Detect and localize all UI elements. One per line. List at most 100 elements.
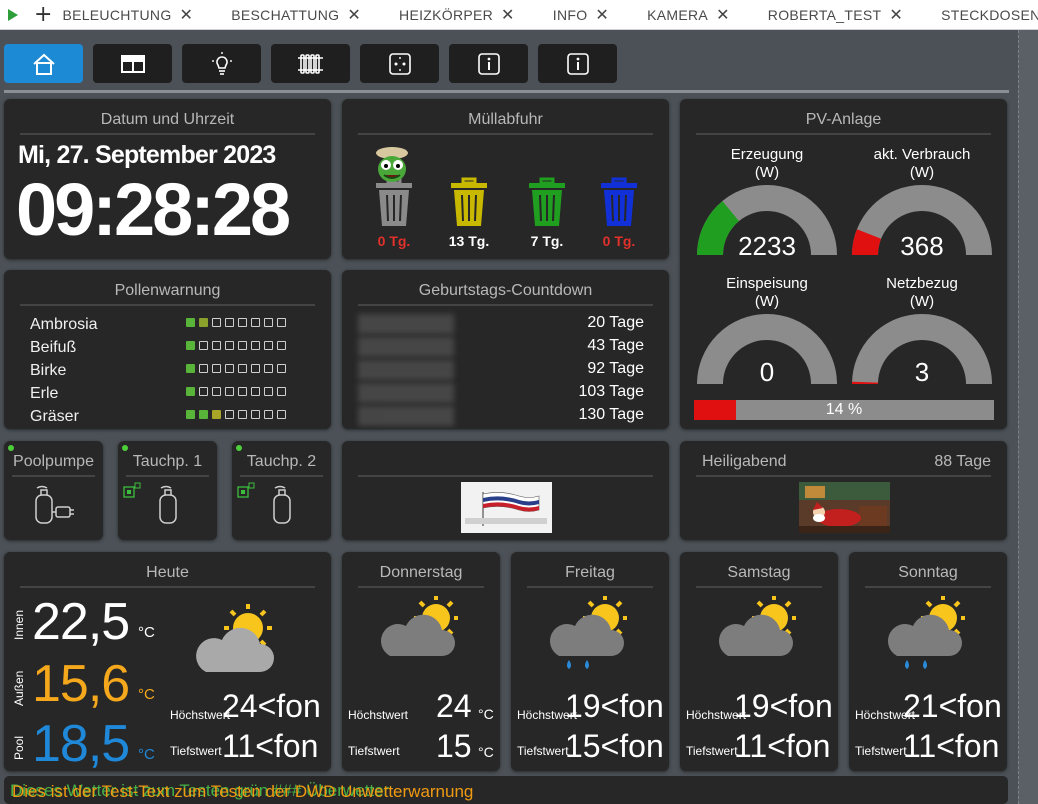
- tab-label: INFO: [552, 6, 588, 23]
- pollen-level-dot: [264, 387, 273, 396]
- socket-status-icon: [237, 482, 255, 498]
- play-icon[interactable]: [8, 8, 18, 21]
- pollen-level-dot: [277, 410, 286, 419]
- forecast-title: Donnerstag: [379, 564, 463, 581]
- gauge-title-line: akt. Verbrauch: [873, 146, 971, 163]
- partly-cloudy-icon: [196, 604, 274, 672]
- high-value: 21<fon: [903, 688, 1002, 724]
- pollen-level-dot: [186, 410, 195, 419]
- blurred-name: [358, 360, 454, 380]
- tab-label: ROBERTA_TEST: [767, 6, 882, 23]
- christmas-card: Heiligabend 88 Tage: [680, 441, 1007, 540]
- birthday-row: 43 Tage: [358, 335, 644, 357]
- nav-button-radiators[interactable]: [271, 44, 350, 83]
- tab-heizkörper[interactable]: HEIZKÖRPER ✕: [399, 5, 515, 24]
- gauge-grid-value: 3: [914, 357, 930, 387]
- nav-button-sockets[interactable]: [360, 44, 439, 83]
- close-tab-icon[interactable]: ✕: [347, 5, 361, 24]
- datetime-title: Datum und Uhrzeit: [100, 111, 235, 128]
- pv-title: PV-Anlage: [805, 111, 882, 128]
- pollen-level-dot: [238, 387, 247, 396]
- nav-button-lights[interactable]: [182, 44, 261, 83]
- pollen-name: Gräser: [30, 408, 79, 425]
- pollen-level-dot: [251, 410, 260, 419]
- close-tab-icon[interactable]: ✕: [501, 5, 515, 24]
- pollen-level-dot: [186, 318, 195, 327]
- forecast-card-friday: Freitag Höchstwert 19<fon Tiefstwert 15<…: [511, 552, 669, 771]
- pool-temp-unit: °C: [138, 746, 155, 763]
- gauge-unit-line: (W): [909, 293, 935, 310]
- gauge-consumption-title: akt. Verbrauch (W): [847, 146, 997, 182]
- weather-today-card: Heute Innen 22,5 °C Außen 15,6 °C Pool 1…: [4, 552, 331, 771]
- pollen-level-dot: [225, 341, 234, 350]
- pollen-level-dot: [199, 364, 208, 373]
- nav-button-home[interactable]: [4, 44, 83, 83]
- inside-label: Innen: [12, 609, 26, 640]
- add-tab-icon[interactable]: +: [34, 3, 52, 26]
- pollen-level-indicator: [186, 318, 290, 327]
- card-divider: [240, 475, 323, 477]
- pollen-level-dot: [277, 387, 286, 396]
- device-title: Tauchp. 2: [246, 453, 317, 470]
- bin-days-label: 0 Tg.: [377, 233, 411, 249]
- card-divider: [696, 133, 991, 135]
- card-divider: [358, 586, 484, 588]
- close-tab-icon[interactable]: ✕: [180, 5, 194, 24]
- device-card-poolpumpe[interactable]: Poolpumpe: [4, 441, 103, 540]
- outside-temp: 15,6: [32, 655, 130, 713]
- pollen-level-dot: [251, 318, 260, 327]
- pollen-level-dot: [238, 410, 247, 419]
- tab-beleuchtung[interactable]: BELEUCHTUNG ✕: [62, 5, 193, 24]
- birthday-countdown-value: 103 Tage: [578, 383, 644, 400]
- gauge-consumption-value: 368: [900, 231, 944, 261]
- tab-label: KAMERA: [647, 6, 709, 23]
- outside-temp-unit: °C: [138, 686, 155, 703]
- pollen-row: Beifuß: [30, 337, 310, 359]
- device-card-tauchp2[interactable]: Tauchp. 2: [232, 441, 331, 540]
- tab-kamera[interactable]: KAMERA ✕: [647, 5, 730, 24]
- pollen-level-dot: [238, 364, 247, 373]
- nav-button-info[interactable]: [449, 44, 528, 83]
- device-title: Tauchp. 1: [132, 453, 203, 470]
- ferry-card[interactable]: [342, 441, 669, 540]
- card-divider: [358, 133, 653, 135]
- close-tab-icon[interactable]: ✕: [889, 5, 903, 24]
- pollen-level-dot: [225, 364, 234, 373]
- close-tab-icon[interactable]: ✕: [595, 5, 609, 24]
- close-tab-icon[interactable]: ✕: [716, 5, 730, 24]
- status-dot: [122, 445, 128, 451]
- tab-info[interactable]: INFO ✕: [553, 5, 609, 24]
- gauge-unit-line: (W): [909, 164, 935, 181]
- grouch-mascot-icon: [376, 147, 408, 182]
- high-value: 19<fon: [565, 688, 664, 724]
- trash-bin-icon: [529, 177, 565, 226]
- pollen-level-dot: [186, 387, 195, 396]
- blurred-name: [358, 337, 454, 357]
- tab-roberta_test[interactable]: ROBERTA_TEST ✕: [768, 5, 903, 24]
- nav-button-blinds[interactable]: [93, 44, 172, 83]
- gauge-title-line: Erzeugung: [730, 146, 804, 163]
- forecast-card-thursday: Donnerstag Höchstwert 24 °C Tiefstwert 1…: [342, 552, 500, 771]
- card-divider: [358, 475, 653, 477]
- gauge-feedin-value: 0: [759, 357, 775, 387]
- pollen-level-dot: [212, 318, 221, 327]
- outside-label: Außen: [12, 670, 26, 706]
- high-label: Höchstwert: [348, 708, 409, 722]
- birthday-countdown-value: 130 Tage: [578, 406, 644, 423]
- status-dot: [236, 445, 242, 451]
- pollen-level-dot: [186, 341, 195, 350]
- device-card-tauchp1[interactable]: Tauchp. 1: [118, 441, 217, 540]
- weather-warning-ticker: Dieses Wetter ist zum Testen grün ### Üb…: [4, 776, 1008, 804]
- nav-button-info-2[interactable]: [538, 44, 617, 83]
- birthday-countdown-value: 92 Tage: [587, 360, 644, 377]
- tab-steckdosen[interactable]: STECKDOSEN✕: [941, 5, 1038, 24]
- scrollbar[interactable]: [1018, 30, 1038, 804]
- pollen-level-dot: [251, 364, 260, 373]
- pollen-level-dot: [251, 341, 260, 350]
- tab-beschattung[interactable]: BESCHATTUNG ✕: [231, 5, 361, 24]
- birthday-row: 20 Tage: [358, 312, 644, 334]
- birthday-countdown-value: 20 Tage: [587, 314, 644, 331]
- low-value: 15: [436, 728, 472, 764]
- bin-days-label: 7 Tg.: [530, 233, 564, 249]
- card-divider: [358, 304, 653, 306]
